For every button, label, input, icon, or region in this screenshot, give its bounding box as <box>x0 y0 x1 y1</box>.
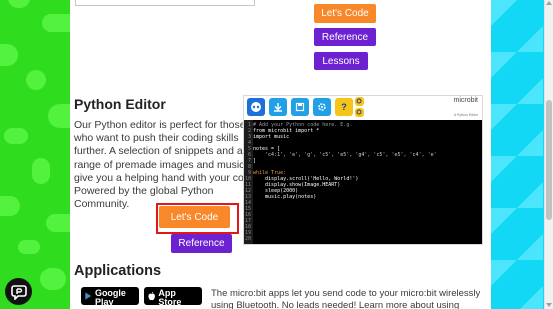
reference-button-top[interactable]: Reference <box>314 28 376 46</box>
zoom-out-icon <box>355 108 364 117</box>
google-play-big-text: Google Play <box>94 287 126 307</box>
previous-section-card <box>75 0 255 6</box>
zoom-in-icon <box>355 97 364 106</box>
gear-icon <box>313 98 331 116</box>
code-text: import music <box>253 134 290 140</box>
reference-button-python[interactable]: Reference <box>171 234 232 253</box>
google-play-icon <box>85 292 92 300</box>
applications-description: The micro:bit apps let you send code to … <box>211 288 481 309</box>
chat-icon <box>10 284 27 300</box>
editor-brand-label: microbit <box>453 97 478 104</box>
lets-code-button-top[interactable]: Let's Code <box>314 4 376 23</box>
python-editor-screenshot: ? microbit A Python Editor 1 # Add your P… <box>243 95 483 245</box>
help-icon: ? <box>335 98 353 116</box>
apple-icon <box>148 291 155 301</box>
save-icon <box>291 98 309 116</box>
lessons-button[interactable]: Lessons <box>314 52 368 70</box>
code-area: 1 # Add your Python code here. E.g. 2 from … <box>244 120 482 244</box>
code-text: 'c4:1', 'e', 'g', 'c5', 'e5', 'g4', 'c5'… <box>253 152 437 158</box>
right-decorative-pattern <box>491 0 544 309</box>
editor-toolbar: ? microbit A Python Editor <box>244 96 482 118</box>
code-line: 20 <box>244 236 253 242</box>
scroll-up-arrow-icon[interactable] <box>546 1 552 5</box>
chat-button[interactable] <box>5 278 32 305</box>
applications-title: Applications <box>74 263 162 279</box>
line-number: 20 <box>244 236 251 242</box>
download-icon <box>269 98 287 116</box>
main-content: Let's Code Reference Lessons Python Edit… <box>70 0 491 309</box>
python-editor-title: Python Editor <box>74 96 166 112</box>
code-text: ] <box>253 158 257 164</box>
vertical-scrollbar[interactable] <box>544 0 553 309</box>
python-editor-description: Our Python editor is perfect for those w… <box>74 119 259 211</box>
left-decorative-pattern <box>0 0 70 309</box>
app-store-big-text: App Store <box>158 287 182 307</box>
scroll-down-arrow-icon[interactable] <box>546 303 552 307</box>
editor-sublabel: A Python Editor <box>453 113 478 117</box>
code-text: music.play(notes) <box>253 194 317 200</box>
code-line: 6 'c4:1', 'e', 'g', 'c5', 'e5', 'g4', 'c… <box>244 152 437 158</box>
google-play-badge[interactable]: GET IT ON Google Play <box>81 285 139 307</box>
lets-code-button-python[interactable]: Let's Code <box>159 206 230 228</box>
code-line: 13 music.play(notes) <box>244 194 316 200</box>
scrollbar-thumb[interactable] <box>546 100 552 220</box>
microbit-logo-icon <box>247 98 265 116</box>
app-store-badge[interactable]: Download on the App Store <box>144 285 202 307</box>
